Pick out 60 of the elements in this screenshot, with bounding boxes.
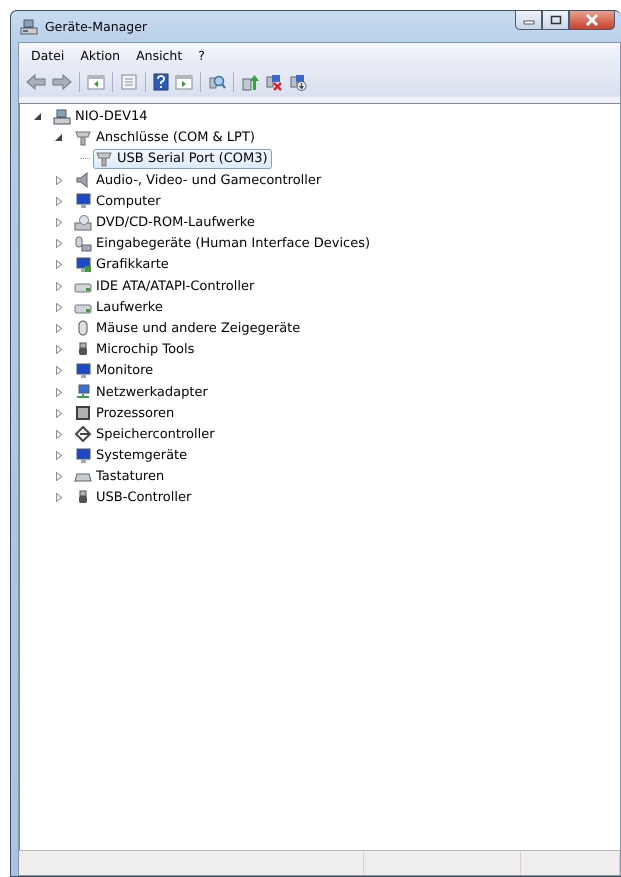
tree-item[interactable]: Anschlüsse (COM & LPT) bbox=[72, 128, 259, 148]
tree-item[interactable]: Tastaturen bbox=[72, 466, 168, 487]
expand-arrow-icon[interactable] bbox=[55, 239, 63, 248]
tree-item[interactable]: Mäuse und andere Zeigegeräte bbox=[72, 318, 304, 338]
expand-arrow-icon[interactable] bbox=[55, 430, 63, 439]
expand-arrow-icon[interactable] bbox=[55, 451, 63, 460]
tree-item[interactable]: Laufwerke bbox=[72, 297, 167, 318]
tree-item[interactable]: Audio-, Video- und Gamecontroller bbox=[72, 170, 326, 190]
expand-arrow-icon[interactable] bbox=[55, 176, 63, 185]
collapse-arrow-icon[interactable] bbox=[55, 133, 63, 142]
tree-item[interactable]: Speichercontroller bbox=[72, 424, 219, 444]
tree-item[interactable]: NIO-DEV14 bbox=[51, 106, 152, 127]
menu-item[interactable]: ? bbox=[190, 46, 213, 64]
computer-icon bbox=[74, 193, 92, 210]
network-icon bbox=[74, 384, 92, 400]
monitor-icon bbox=[74, 362, 92, 379]
close-icon bbox=[585, 14, 599, 26]
port-icon bbox=[74, 130, 92, 146]
maximize-button[interactable] bbox=[542, 11, 569, 30]
expand-arrow-icon[interactable] bbox=[55, 366, 63, 376]
tree-item[interactable]: Systemgeräte bbox=[72, 446, 192, 466]
expand-arrow-icon[interactable] bbox=[55, 324, 63, 333]
expand-arrow-icon[interactable] bbox=[55, 472, 63, 482]
tree-item[interactable]: Netzwerkadapter bbox=[72, 382, 212, 402]
chip-icon bbox=[74, 405, 92, 422]
display-icon bbox=[74, 256, 92, 273]
window-title: Geräte-Manager bbox=[45, 19, 148, 34]
expand-arrow-icon[interactable] bbox=[55, 260, 63, 270]
tree-item[interactable]: Eingabegeräte (Human Interface Devices) bbox=[72, 234, 374, 254]
disc-icon bbox=[74, 214, 92, 231]
tree-item[interactable]: Monitore bbox=[72, 360, 158, 381]
tree-item[interactable]: Computer bbox=[72, 191, 165, 212]
expand-arrow-icon[interactable] bbox=[55, 302, 63, 312]
tree-item[interactable]: USB-Controller bbox=[72, 488, 196, 508]
menu-item[interactable]: Datei bbox=[23, 46, 72, 64]
tree-item[interactable]: IDE ATA/ATAPI-Controller bbox=[72, 276, 258, 296]
tree-item[interactable]: DVD/CD-ROM-Laufwerke bbox=[72, 212, 259, 233]
port-icon bbox=[95, 150, 113, 167]
selected-tree-item[interactable]: USB Serial Port (COM3) bbox=[93, 148, 272, 169]
tree-item[interactable]: Microchip Tools bbox=[72, 340, 198, 360]
menu-item[interactable]: Ansicht bbox=[128, 46, 190, 64]
expand-arrow-icon[interactable] bbox=[55, 218, 63, 228]
tree-item[interactable]: Prozessoren bbox=[72, 403, 178, 424]
tree-item[interactable]: Grafikkarte bbox=[72, 254, 173, 275]
close-button[interactable] bbox=[569, 11, 615, 30]
expand-arrow-icon[interactable] bbox=[55, 408, 63, 418]
expand-arrow-icon[interactable] bbox=[55, 388, 63, 397]
diamond-icon bbox=[74, 426, 92, 442]
computer-icon bbox=[74, 448, 92, 464]
computer-icon bbox=[20, 18, 38, 34]
pc-icon bbox=[53, 108, 71, 125]
expand-arrow-icon[interactable] bbox=[55, 345, 63, 354]
minimize-button[interactable] bbox=[515, 11, 542, 30]
input-icon bbox=[74, 236, 92, 252]
maximize-icon bbox=[550, 15, 562, 25]
menu-item[interactable]: Aktion bbox=[72, 46, 128, 64]
expand-arrow-icon[interactable] bbox=[55, 282, 63, 291]
expand-arrow-icon[interactable] bbox=[55, 493, 63, 502]
collapse-arrow-icon[interactable] bbox=[34, 112, 42, 122]
expand-arrow-icon[interactable] bbox=[55, 196, 63, 206]
